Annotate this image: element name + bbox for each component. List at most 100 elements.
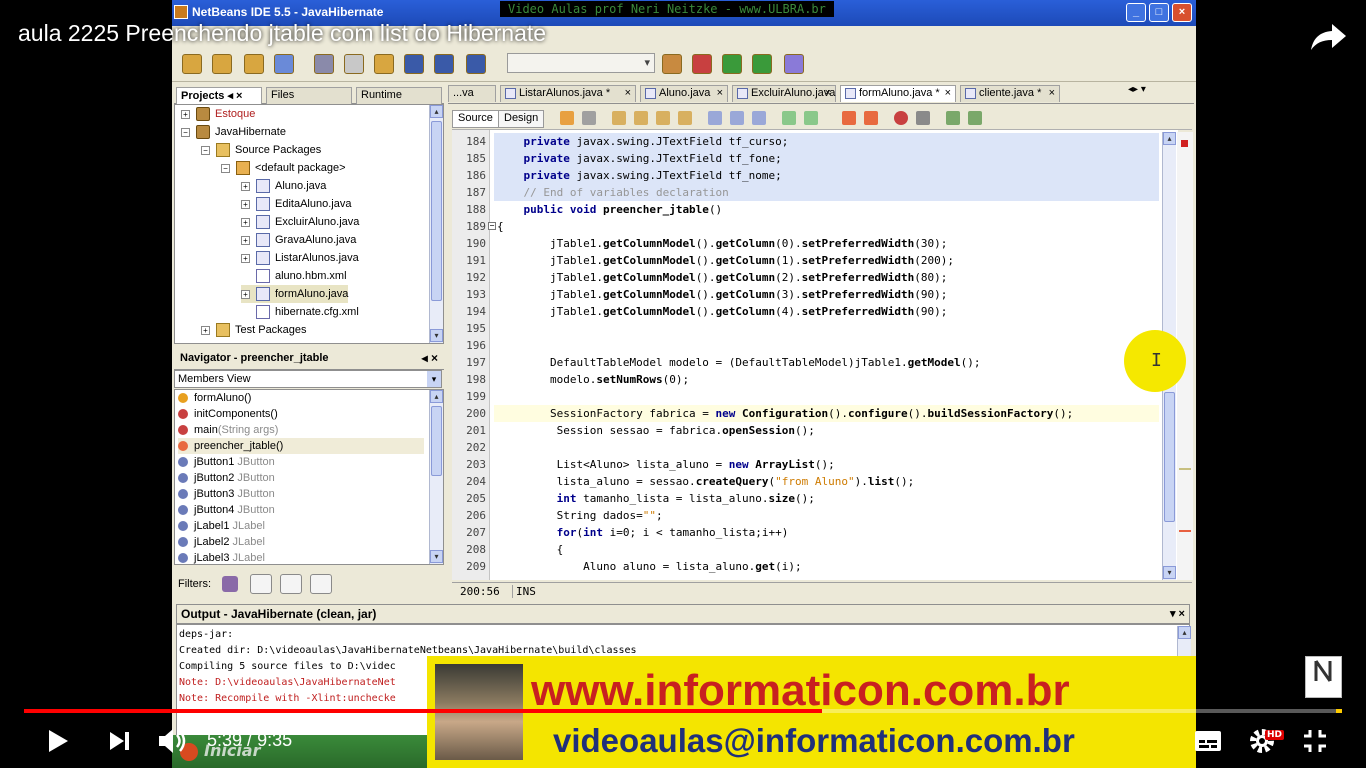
next-bookmark-icon[interactable] <box>730 111 744 125</box>
projects-scrollbar[interactable]: ▴ ▾ <box>429 105 443 343</box>
design-button[interactable]: Design <box>498 110 545 128</box>
navigator-item[interactable]: jButton3 JButton <box>178 486 424 502</box>
video-title[interactable]: aula 2225 Preenchendo jtable com list do… <box>18 20 546 47</box>
close-tab-icon[interactable]: × <box>945 87 951 99</box>
tab-scroll-icon[interactable]: ◂▸ ▾ <box>1128 84 1146 95</box>
expand-icon[interactable]: + <box>241 289 250 299</box>
code-line[interactable]: 191 jTable1.getColumnModel().getColumn(1… <box>452 252 1178 269</box>
cut-icon[interactable] <box>314 54 334 74</box>
editor-tab[interactable]: ListarAlunos.java * × <box>500 85 636 102</box>
editor-tab[interactable]: Aluno.java × <box>640 85 728 102</box>
navigator-item[interactable]: formAluno() <box>178 390 424 406</box>
output-close-icon[interactable]: ▾ × <box>1170 607 1185 620</box>
expand-icon[interactable]: + <box>201 325 210 335</box>
code-line[interactable]: 185 private javax.swing.JTextField tf_fo… <box>452 150 1178 167</box>
code-line[interactable]: 206 String dados=""; <box>452 507 1178 524</box>
debug-icon[interactable] <box>752 54 772 74</box>
expand-icon[interactable]: + <box>241 217 250 227</box>
code-line[interactable]: 207 for(int i=0; i < tamanho_lista;i++) <box>452 524 1178 541</box>
scroll-down-icon[interactable]: ▾ <box>430 329 443 342</box>
code-line[interactable]: 197 DefaultTableModel modelo = (DefaultT… <box>452 354 1178 371</box>
code-line[interactable]: 187 // End of variables declaration <box>452 184 1178 201</box>
collapse-icon[interactable]: − <box>181 127 190 137</box>
back-icon[interactable] <box>560 111 574 125</box>
close-tab-icon[interactable]: × <box>1049 87 1055 99</box>
code-line[interactable]: 199 <box>452 388 1178 405</box>
navigator-close-icon[interactable]: ◂ × <box>422 351 438 365</box>
editor-scroll-thumb[interactable] <box>1164 392 1175 522</box>
filter-inherited-icon[interactable] <box>310 574 332 594</box>
scroll-up-icon[interactable]: ▴ <box>1163 132 1176 145</box>
code-line[interactable]: 188 public void preencher_jtable() <box>452 201 1178 218</box>
navigator-item[interactable]: jButton4 JButton <box>178 502 424 518</box>
fold-icon[interactable]: − <box>488 222 496 230</box>
stop-macro-icon[interactable] <box>916 111 930 125</box>
volume-icon[interactable] <box>157 727 189 755</box>
code-line[interactable]: 189−{ <box>452 218 1178 235</box>
open-project-icon[interactable] <box>244 54 264 74</box>
minimize-icon[interactable]: _ <box>1126 3 1146 22</box>
code-line[interactable]: 194 jTable1.getColumnModel().getColumn(4… <box>452 303 1178 320</box>
run-macro-icon[interactable] <box>968 111 982 125</box>
scroll-up-icon[interactable]: ▴ <box>430 105 443 118</box>
video-player[interactable]: NetBeans IDE 5.5 - JavaHibernate Video A… <box>0 0 1366 768</box>
navigator-scroll-thumb[interactable] <box>431 406 442 476</box>
expand-icon[interactable]: + <box>241 253 250 263</box>
redo-icon[interactable] <box>434 54 454 74</box>
navigator-scrollbar[interactable]: ▴ ▾ <box>429 390 443 564</box>
code-line[interactable]: 186 private javax.swing.JTextField tf_no… <box>452 167 1178 184</box>
progress-bar[interactable] <box>24 709 1342 713</box>
navigator-item[interactable]: preencher_jtable() <box>178 438 424 454</box>
code-line[interactable]: 198 modelo.setNumRows(0); <box>452 371 1178 388</box>
code-line[interactable]: 209 Aluno aluno = lista_aluno.get(i); <box>452 558 1178 575</box>
code-line[interactable]: 196 <box>452 337 1178 354</box>
editor-tab[interactable]: ...va <box>448 85 496 102</box>
tree-item[interactable]: + Aluno.java <box>241 177 326 195</box>
play-icon[interactable] <box>46 728 70 754</box>
navigator-item[interactable]: jLabel2 JLabel <box>178 534 424 550</box>
navigator-item[interactable]: jLabel1 JLabel <box>178 518 424 534</box>
find-previous-icon[interactable] <box>634 111 648 125</box>
source-button[interactable]: Source <box>452 110 499 128</box>
tree-item[interactable]: − Source Packages <box>201 141 321 159</box>
filter-nonpublic-icon[interactable] <box>280 574 302 594</box>
profile-icon[interactable] <box>784 54 804 74</box>
tree-item[interactable]: + ExcluirAluno.java <box>241 213 359 231</box>
forward-icon[interactable] <box>582 111 596 125</box>
toggle-bookmark-icon[interactable] <box>752 111 766 125</box>
navigator-item[interactable]: jLabel3 JLabel <box>178 550 424 564</box>
tab-runtime[interactable]: Runtime <box>356 87 442 104</box>
prev-bookmark-icon[interactable] <box>708 111 722 125</box>
code-line[interactable]: 202 <box>452 439 1178 456</box>
expand-icon[interactable]: + <box>241 181 250 191</box>
error-marker-icon[interactable] <box>1181 140 1188 147</box>
tree-item[interactable]: + formAluno.java <box>241 285 349 303</box>
next-icon[interactable] <box>108 730 132 752</box>
maximize-icon[interactable]: □ <box>1149 3 1169 22</box>
tree-item[interactable]: + Test Packages <box>201 321 307 339</box>
filter-fields-icon[interactable] <box>222 576 238 592</box>
find-icon[interactable] <box>466 54 486 74</box>
exit-fullscreen-icon[interactable] <box>1302 728 1328 754</box>
start-macro-icon[interactable] <box>946 111 960 125</box>
find-selection-icon[interactable] <box>612 111 626 125</box>
scroll-down-icon[interactable]: ▾ <box>430 550 443 563</box>
code-line[interactable]: 200 SessionFactory fabrica = new Configu… <box>452 405 1178 422</box>
collapse-icon[interactable]: − <box>201 145 210 155</box>
editor-tab[interactable]: cliente.java * × <box>960 85 1060 102</box>
configuration-select[interactable] <box>507 53 655 73</box>
error-marker[interactable] <box>1179 530 1191 532</box>
navigator-item[interactable]: initComponents() <box>178 406 424 422</box>
close-tab-icon[interactable]: × <box>625 87 631 99</box>
navigator-item[interactable]: jButton1 JButton <box>178 454 424 470</box>
code-line[interactable]: 192 jTable1.getColumnModel().getColumn(2… <box>452 269 1178 286</box>
tree-item[interactable]: + EditaAluno.java <box>241 195 351 213</box>
new-file-icon[interactable] <box>182 54 202 74</box>
navigator-view-select[interactable]: Members View ▾ <box>174 370 442 388</box>
chevron-down-icon[interactable]: ▾ <box>427 371 441 387</box>
projects-scroll-thumb[interactable] <box>431 121 442 301</box>
shift-right-icon[interactable] <box>804 111 818 125</box>
code-line[interactable]: 208 { <box>452 541 1178 558</box>
build-icon[interactable] <box>662 54 682 74</box>
channel-watermark-logo[interactable] <box>1305 656 1342 698</box>
